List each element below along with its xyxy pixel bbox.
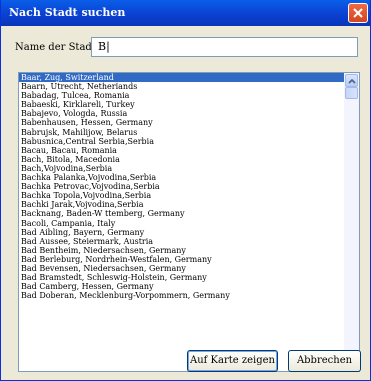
- city-list-item[interactable]: Backnang, Baden-W ttemberg, Germany: [19, 209, 344, 218]
- city-list-item[interactable]: Baar, Zug, Switzerland: [19, 73, 345, 84]
- cancel-button[interactable]: Abbrechen: [288, 350, 361, 372]
- city-list-item[interactable]: Babusnica,Central Serbia,Serbia: [19, 137, 344, 146]
- city-list-item[interactable]: Bacoli, Campania, Italy: [19, 219, 344, 228]
- close-button[interactable]: [348, 3, 368, 23]
- scroll-up-button[interactable]: [345, 74, 358, 87]
- city-list-item[interactable]: Bad Berleburg, Nordrhein-Westfalen, Germ…: [19, 255, 344, 264]
- city-list-item[interactable]: Bad Camberg, Hessen, Germany: [19, 282, 344, 291]
- city-list-item[interactable]: Baarn, Utrecht, Netherlands: [19, 82, 344, 91]
- city-list-item[interactable]: Bad Bevensen, Niedersachsen, Germany: [19, 264, 344, 273]
- city-list-item[interactable]: Babrujsk, Mahilijow, Belarus: [19, 128, 344, 137]
- window-title: Nach Stadt suchen: [9, 6, 126, 19]
- city-list-item[interactable]: Babenhausen, Hessen, Germany: [19, 118, 344, 127]
- dialog-window: Nach Stadt suchen Name der Stadt B| Baar…: [0, 0, 371, 381]
- city-list-item[interactable]: Bachki Jarak,Vojvodina,Serbia: [19, 200, 344, 209]
- city-list-items: Baar, Zug, Switzerland Baarn, Utrecht, Ne…: [19, 73, 345, 300]
- show-on-map-button[interactable]: Auf Karte zeigen: [187, 350, 278, 372]
- city-list-item[interactable]: Bad Aibling, Bayern, Germany: [19, 228, 344, 237]
- city-list-item[interactable]: Babaeski, Kirklareli, Turkey: [19, 100, 344, 109]
- city-list-item[interactable]: Babadag, Tulcea, Romania: [19, 91, 344, 100]
- city-list-item[interactable]: Bachka Petrovac,Vojvodina,Serbia: [19, 182, 344, 191]
- city-list-item[interactable]: Bachka Palanka,Vojvodina,Serbia: [19, 173, 344, 182]
- city-list[interactable]: Baar, Zug, Switzerland Baarn, Utrecht, Ne…: [18, 72, 360, 372]
- scroll-thumb[interactable]: [345, 87, 358, 99]
- chevron-up-icon: [348, 78, 356, 84]
- list-scrollbar[interactable]: [344, 73, 359, 371]
- city-name-label: Name der Stadt: [15, 42, 96, 53]
- city-list-item[interactable]: Bad Doberan, Mecklenburg-Vorpommern, Ger…: [19, 291, 344, 300]
- title-bar: Nach Stadt suchen: [1, 0, 370, 26]
- city-list-item[interactable]: Bad Bramstedt, Schleswig-Holstein, Germa…: [19, 273, 344, 282]
- city-list-item[interactable]: Bad Bentheim, Niedersachsen, Germany: [19, 246, 344, 255]
- close-icon: [353, 8, 363, 18]
- city-list-item[interactable]: Bad Aussee, Steiermark, Austria: [19, 237, 344, 246]
- city-list-item[interactable]: Bachka Topola,Vojvodina,Serbia: [19, 191, 344, 200]
- city-name-input[interactable]: B|: [91, 37, 358, 57]
- city-list-item[interactable]: Babajevo, Vologda, Russia: [19, 109, 344, 118]
- city-list-item[interactable]: Bach,Vojvodina,Serbia: [19, 164, 344, 173]
- city-list-item[interactable]: Bach, Bitola, Macedonia: [19, 155, 344, 164]
- city-list-item[interactable]: Bacau, Bacau, Romania: [19, 146, 344, 155]
